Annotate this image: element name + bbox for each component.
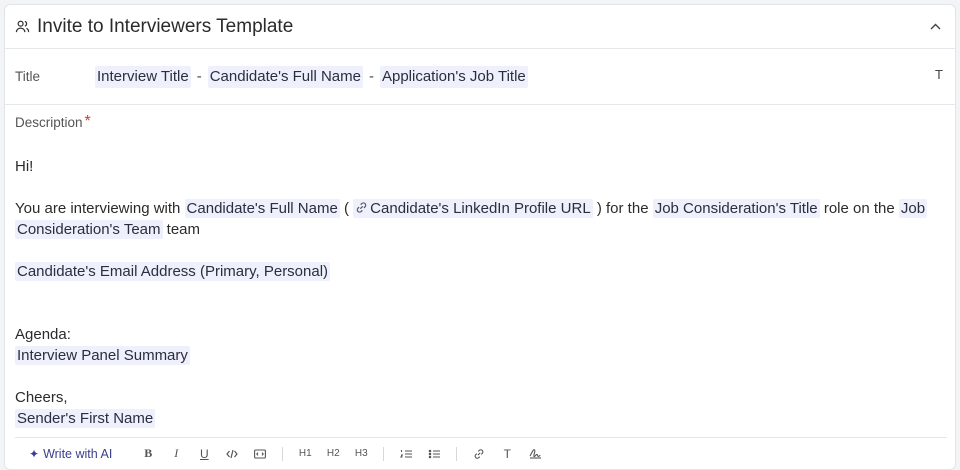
text-format-icon[interactable]: T: [935, 67, 943, 82]
for-the-text: ) for the: [596, 200, 649, 217]
toolbar-divider: [456, 446, 458, 461]
signature-icon[interactable]: [527, 444, 543, 464]
role-on-the-text: role on the: [823, 200, 895, 217]
variable-chip-linkedin-url[interactable]: Candidate's LinkedIn Profile URL: [353, 199, 593, 218]
sender-line: Sender's First Name: [15, 408, 945, 429]
agenda-label: Agenda:: [15, 326, 71, 343]
title-separator: -: [196, 68, 202, 85]
ordered-list-icon[interactable]: [398, 444, 414, 464]
variable-chip-sender-first-name[interactable]: Sender's First Name: [15, 409, 156, 428]
title-field[interactable]: Title Interview Title - Candidate's Full…: [5, 49, 955, 105]
required-asterisk: *: [84, 113, 91, 130]
write-with-ai-button[interactable]: ✦ Write with AI: [29, 444, 112, 464]
variable-chip-job-team-part1[interactable]: Job: [898, 199, 928, 218]
variable-chip-job-title[interactable]: Application's Job Title: [379, 65, 528, 88]
invite-template-card: Invite to Interviewers Template Title In…: [4, 4, 956, 470]
card-header: Invite to Interviewers Template: [5, 5, 955, 49]
collapse-chevron-up-icon[interactable]: [925, 17, 945, 37]
open-paren: (: [344, 200, 349, 217]
blank-lines: [15, 282, 945, 324]
heading-3-button[interactable]: H3: [353, 444, 369, 464]
variable-chip-job-consideration-title[interactable]: Job Consideration's Title: [652, 199, 820, 218]
code-block-icon[interactable]: [252, 444, 268, 464]
bold-button[interactable]: B: [140, 444, 156, 464]
heading-2-button[interactable]: H2: [325, 444, 341, 464]
description-label-row: Description *: [15, 113, 945, 131]
variable-chip-candidate-name[interactable]: Candidate's Full Name: [207, 65, 363, 88]
title-separator: -: [368, 68, 374, 85]
description-field[interactable]: Description * Hi! You are interviewing w…: [5, 105, 955, 429]
underline-button[interactable]: U: [196, 444, 212, 464]
bullet-list-icon[interactable]: [426, 444, 442, 464]
description-editor[interactable]: Hi! You are interviewing with Candidate'…: [15, 156, 945, 429]
code-icon[interactable]: [224, 444, 240, 464]
italic-button[interactable]: I: [168, 444, 184, 464]
link-icon: [355, 200, 368, 213]
closing-line: Cheers,: [15, 389, 68, 406]
variable-chip-interview-title[interactable]: Interview Title: [95, 65, 191, 88]
email-line: Candidate's Email Address (Primary, Pers…: [15, 261, 945, 282]
page-title: Invite to Interviewers Template: [37, 15, 294, 37]
text-format-button[interactable]: T: [499, 444, 515, 464]
toolbar-divider: [282, 446, 284, 461]
sparkle-icon: ✦: [29, 446, 40, 461]
editor-toolbar: ✦ Write with AI B I U H1 H2 H3 T: [15, 437, 947, 469]
variable-chip-candidate-name[interactable]: Candidate's Full Name: [184, 199, 340, 218]
users-icon: [15, 19, 31, 35]
variable-chip-job-team-part2[interactable]: Consideration's Team: [15, 220, 163, 239]
write-with-ai-label: Write with AI: [43, 446, 113, 461]
title-label: Title: [15, 69, 41, 84]
intro-paragraph: You are interviewing with Candidate's Fu…: [15, 198, 945, 240]
description-label: Description: [15, 115, 83, 130]
variable-chip-panel-summary[interactable]: Interview Panel Summary: [15, 346, 190, 365]
variable-chip-candidate-email[interactable]: Candidate's Email Address (Primary, Pers…: [15, 262, 331, 281]
agenda-line: Interview Panel Summary: [15, 345, 945, 366]
link-icon[interactable]: [471, 444, 487, 464]
greeting-line: Hi!: [15, 158, 34, 175]
intro-text: You are interviewing with: [15, 200, 181, 217]
heading-1-button[interactable]: H1: [297, 444, 313, 464]
team-word: team: [166, 221, 201, 238]
toolbar-divider: [383, 446, 385, 461]
linkedin-chip-label: Candidate's LinkedIn Profile URL: [370, 200, 591, 217]
